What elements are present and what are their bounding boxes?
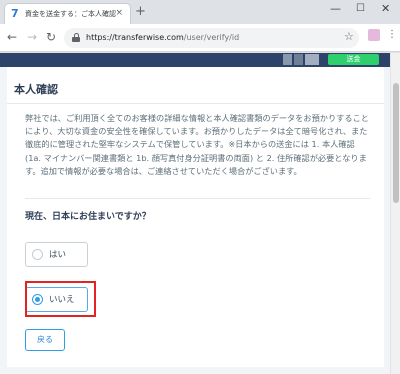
page-title: 本人確認	[14, 83, 58, 96]
red-highlight-box	[25, 281, 96, 317]
reload-icon[interactable]: ↻	[46, 30, 56, 44]
tab-strip: 7 資金を送金する：ご本人確認 × + — ☐ ✕	[0, 0, 400, 24]
transferwise-favicon-icon: 7	[11, 7, 19, 20]
radio-unchecked[interactable]	[32, 249, 43, 260]
new-tab-icon[interactable]: +	[135, 4, 146, 19]
verification-card: 本人確認 弊社では、ご利用頂く全てのお客様の詳細な情報と本人確認書類のデータをお…	[7, 67, 384, 367]
header-avatar-block	[283, 54, 292, 65]
url-path: /user/verify/id	[183, 33, 240, 42]
browser-tab[interactable]: 7 資金を送金する：ご本人確認 ×	[4, 3, 131, 24]
back-button[interactable]: 戻る	[25, 329, 65, 351]
extension-icon[interactable]	[368, 29, 380, 41]
window-close-icon[interactable]: ✕	[381, 2, 390, 16]
option-yes[interactable]: はい	[25, 242, 88, 267]
address-bar[interactable]: https://transferwise.com/user/verify/id	[64, 28, 359, 48]
residence-question: 現在、日本にお住まいですか？	[25, 212, 151, 222]
browser-toolbar: ← → ↻ https://transferwise.com/user/veri…	[0, 24, 400, 52]
privacy-notice: 弊社では、ご利用頂く全てのお客様の詳細な情報と本人確認書類のデータをお預かりする…	[25, 113, 369, 176]
tab-title: 資金を送金する：ご本人確認	[25, 10, 116, 18]
divider	[7, 103, 384, 104]
scrollbar-thumb[interactable]	[393, 83, 399, 203]
site-header: 送金	[0, 53, 390, 67]
maximize-icon[interactable]: ☐	[356, 2, 365, 16]
header-avatar-block	[294, 54, 303, 65]
header-avatar-block	[305, 54, 319, 65]
browser-menu-icon[interactable]: ⋮	[387, 28, 397, 42]
lock-icon[interactable]	[72, 33, 80, 42]
bookmark-star-icon[interactable]: ☆	[344, 30, 354, 44]
send-money-button[interactable]: 送金	[328, 54, 379, 65]
minimize-icon[interactable]: —	[330, 2, 341, 16]
option-yes-label: はい	[49, 250, 67, 260]
tab-close-icon[interactable]: ×	[115, 7, 123, 19]
page-viewport: 送金 本人確認 弊社では、ご利用頂く全てのお客様の詳細な情報と本人確認書類のデー…	[0, 53, 400, 374]
url-host: https://transferwise.com	[86, 33, 184, 42]
url-text[interactable]: https://transferwise.com/user/verify/id	[86, 32, 239, 44]
scrollbar[interactable]	[390, 53, 400, 374]
divider	[25, 198, 370, 199]
back-arrow-icon[interactable]: ←	[7, 30, 17, 44]
forward-arrow-icon[interactable]: →	[27, 30, 37, 44]
